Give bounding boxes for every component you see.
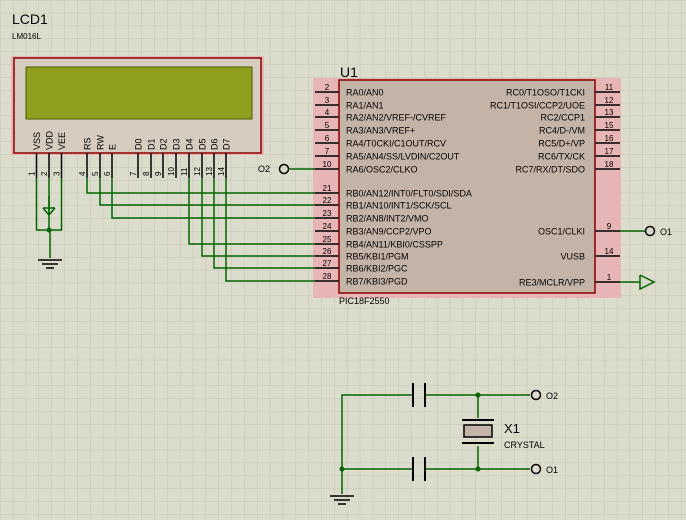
junction-dot [339, 466, 345, 472]
lcd-pin-number: 10 [167, 167, 176, 176]
mcu-component[interactable]: U1 PIC18F2550 2 RA0/AN0 3 RA1/AN1 4 RA2/AN2/V… [313, 64, 621, 306]
mcu-pin-label: RB1/AN10/INT1/SCK/SCL [346, 201, 452, 211]
mcu-pin-label: RB5/KBI1/PGM [346, 252, 409, 262]
mcu-pin-number: 12 [605, 96, 614, 105]
mcu-pin-label: RB2/AN8/INT2/VMO [346, 214, 429, 224]
lcd-pin-number: 2 [40, 171, 49, 176]
mcu-pin-label: RC7/RX/DT/SDO [515, 165, 585, 175]
mcu-pin-label: RA5/AN4/SS/LVDIN/C2OUT [346, 152, 460, 162]
lcd-pin-number: 14 [217, 167, 226, 176]
lcd-pin-number: 11 [180, 167, 189, 176]
lcd-pin-name: D7 [222, 138, 232, 150]
lcd-ref-label: LCD1 [12, 11, 48, 27]
mcu-pin-number: 23 [323, 209, 332, 218]
mcu-pin-number: 4 [325, 108, 330, 117]
lcd-pin-name: E [108, 144, 118, 150]
mcu-pin-number: 10 [323, 160, 332, 169]
mcu-pin-number: 13 [605, 108, 614, 117]
mcu-pin-label: RB0/AN12/INT0/FLT0/SDI/SDA [346, 189, 472, 199]
mcu-pin-number: 28 [323, 272, 332, 281]
crystal-part-label: CRYSTAL [504, 440, 545, 450]
junction-dot [46, 227, 52, 233]
mcu-pin-label: RC5/D+/VP [538, 139, 585, 149]
lcd-pin-number: 13 [205, 167, 214, 176]
terminal-label: O2 [546, 391, 558, 401]
junction-dot [475, 466, 481, 472]
lcd-pin-number: 5 [91, 171, 100, 176]
mcu-pin-label: RC1/T1OSI/CCP2/UOE [490, 101, 585, 111]
lcd-pin-name: VDD [45, 130, 55, 150]
mcu-pin-number: 16 [605, 134, 614, 143]
lcd-pin-name: D3 [172, 138, 182, 150]
lcd-screen [25, 66, 253, 120]
mcu-pin-label: RA0/AN0 [346, 88, 384, 98]
mcu-pin-number: 21 [323, 184, 332, 193]
mcu-pin-label: RA3/AN3/VREF+ [346, 126, 415, 136]
mcu-pin-label: RC6/TX/CK [538, 152, 585, 162]
lcd-pin-name: D0 [134, 138, 144, 150]
lcd-pin-name: D2 [159, 138, 169, 150]
mcu-pin-label: RE3/MCLR/VPP [519, 278, 585, 288]
junction-dot [475, 392, 481, 398]
mcu-pin-number: 24 [323, 222, 332, 231]
lcd-pin-name: VEE [57, 132, 67, 150]
mcu-pin-number: 27 [323, 259, 332, 268]
mcu-pin-label: RB6/KBI2/PGC [346, 264, 408, 274]
mcu-pin-number: 26 [323, 247, 332, 256]
terminal-o1-label: O1 [660, 227, 672, 237]
mcu-pin-number: 9 [607, 222, 612, 231]
mcu-pin-number: 5 [325, 121, 330, 130]
terminal-o2-label: O2 [258, 164, 270, 174]
mcu-pin-number: 2 [325, 83, 330, 92]
mcu-pin-number: 15 [605, 121, 614, 130]
lcd-pin-name: D5 [198, 138, 208, 150]
lcd-pin-name: RS [83, 137, 93, 150]
lcd-pin-number: 8 [142, 171, 151, 176]
mcu-pin-label: RA6/OSC2/CLKO [346, 165, 418, 175]
mcu-pin-number: 6 [325, 134, 330, 143]
mcu-pin-number: 3 [325, 96, 330, 105]
mcu-pin-number: 7 [325, 147, 330, 156]
mcu-pin-label: RB3/AN9/CCP2/VPO [346, 227, 432, 237]
mcu-pin-label: RA2/AN2/VREF-/CVREF [346, 113, 447, 123]
mcu-pin-label: RB4/AN11/KBI0/CSSPP [346, 240, 443, 250]
mcu-pin-number: 1 [607, 273, 612, 282]
mcu-pin-number: 11 [605, 83, 614, 92]
lcd-pin-number: 4 [78, 171, 87, 176]
mcu-pin-label: OSC1/CLKI [538, 227, 585, 237]
mcu-part-label: PIC18F2550 [339, 296, 390, 306]
mcu-pin-number: 22 [323, 196, 332, 205]
lcd-part-label: LM016L [12, 32, 41, 41]
lcd-pin-name: RW [96, 135, 106, 150]
mcu-pin-number: 18 [605, 160, 614, 169]
mcu-pin-label: RB7/KBI3/PGD [346, 277, 408, 287]
mcu-pin-label: RC0/T1OSO/T1CKI [506, 88, 585, 98]
crystal-body [463, 424, 493, 438]
mcu-ref-label: U1 [340, 64, 358, 80]
terminal-label: O1 [546, 465, 558, 475]
lcd-pin-number: 1 [28, 171, 37, 176]
lcd-pin-name: VSS [32, 132, 42, 150]
lcd-pin-name: D1 [147, 138, 157, 150]
mcu-pin-number: 25 [323, 235, 332, 244]
mcu-pin-label: VUSB [560, 252, 585, 262]
mcu-pin-label: RC2/CCP1 [540, 113, 585, 123]
mcu-pin-label: RA1/AN1 [346, 101, 384, 111]
lcd-pin-number: 7 [129, 171, 138, 176]
lcd-pin-name: D4 [185, 138, 195, 150]
lcd-pin-name: D6 [210, 138, 220, 150]
lcd-pin-number: 9 [154, 171, 163, 176]
mcu-pin-label: RA4/T0CKI/C1OUT/RCV [346, 139, 446, 149]
lcd-pin-number: 12 [193, 167, 202, 176]
mcu-pin-number: 14 [605, 247, 614, 256]
schematic-sheet: LCD1 LM016L VSS 1 VDD 2 VEE 3 RS 4 RW 5 E 6 D0 7 D1 8 D2… [0, 0, 686, 520]
crystal-ref-label: X1 [504, 421, 520, 436]
lcd-pin-number: 6 [103, 171, 112, 176]
mcu-pin-number: 17 [605, 147, 614, 156]
mcu-pin-label: RC4/D-/VM [539, 126, 585, 136]
lcd-pin-number: 3 [53, 171, 62, 176]
